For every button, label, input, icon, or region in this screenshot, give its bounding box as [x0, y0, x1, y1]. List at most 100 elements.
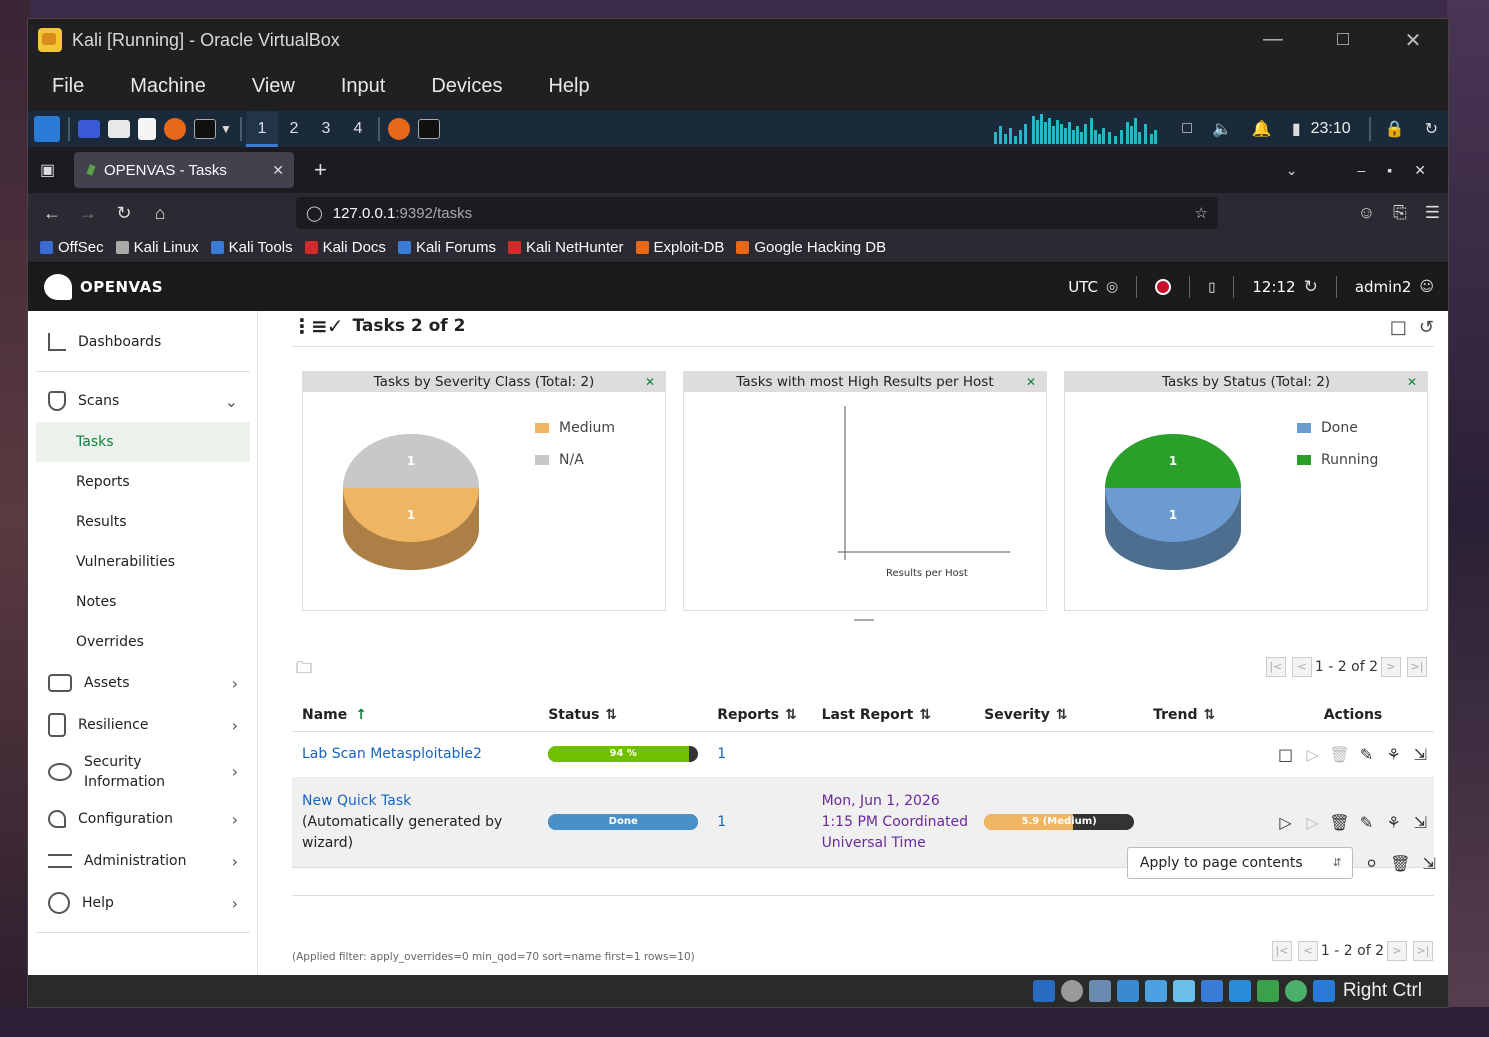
new-tab-icon[interactable]: + [314, 157, 327, 183]
terminal-window-icon[interactable] [417, 119, 440, 139]
clone-icon[interactable]: ⚘ [1380, 745, 1407, 764]
resume-icon[interactable]: ▷ [1299, 745, 1326, 764]
usb-icon[interactable] [1144, 980, 1167, 1002]
sidebar-sub-tasks[interactable]: Tasks [36, 422, 250, 462]
new-task-icon[interactable]: □ [1390, 317, 1407, 338]
tab-openvas-tasks[interactable]: OPENVAS - Tasks ✕ [74, 152, 294, 188]
status-progress-bar[interactable]: Done [548, 814, 699, 830]
next-page-icon[interactable]: > [1387, 941, 1407, 961]
bookmark-kali-nethunter[interactable]: Kali NetHunter [507, 239, 624, 256]
menu-input[interactable]: Input [341, 75, 385, 98]
panel-clock[interactable]: 23:10 [1311, 120, 1351, 138]
bulk-select[interactable]: Apply to page contents ⇵ [1126, 847, 1353, 879]
language-flag-icon[interactable] [1155, 279, 1172, 295]
menu-machine[interactable]: Machine [130, 75, 206, 98]
maximize-icon[interactable]: □ [1308, 28, 1378, 53]
list-tabs-icon[interactable]: ⌄ [1286, 162, 1298, 179]
text-editor-icon[interactable] [138, 118, 156, 140]
sidebar-sub-vulnerabilities[interactable]: Vulnerabilities [36, 542, 250, 582]
reports-count-link[interactable]: 1 [717, 814, 726, 830]
column-severity[interactable]: Severity ⇅ [974, 699, 1144, 732]
lock-icon[interactable]: 🔒 [1385, 119, 1405, 139]
export-icon[interactable]: ⇲ [1407, 813, 1434, 832]
sidebar-item-help[interactable]: Help › [36, 882, 250, 924]
bookmark-kali-tools[interactable]: Kali Tools [210, 239, 293, 256]
bookmark-star-icon[interactable]: ☆ [1195, 204, 1208, 222]
reload-icon[interactable]: ↻ [106, 203, 142, 224]
first-page-icon[interactable]: |< [1265, 657, 1286, 677]
volume-icon[interactable]: 🔈 [1212, 119, 1232, 139]
screen-icon[interactable]: □ [1182, 120, 1192, 138]
workspace-3[interactable]: 3 [310, 111, 342, 147]
hamburger-menu-icon[interactable]: ☰ [1425, 203, 1440, 223]
openvas-logo[interactable]: OPENVAS [44, 274, 163, 300]
bookmark-kali-linux[interactable]: Kali Linux [115, 239, 199, 256]
mouse-integration-icon[interactable] [1284, 980, 1307, 1002]
power-icon[interactable]: ↻ [1425, 119, 1438, 139]
chart-close-icon[interactable]: ✕ [1407, 372, 1417, 392]
keyboard-capture-icon[interactable] [1312, 980, 1335, 1002]
location-pin-icon[interactable]: ◎ [1106, 279, 1118, 295]
sidebar-item-scans[interactable]: Scans ⌄ [36, 380, 250, 422]
tracking-shield-icon[interactable]: ◯ [306, 204, 323, 222]
account-icon[interactable]: ☺ [1358, 203, 1375, 223]
sidebar-item-resilience[interactable]: Resilience › [36, 704, 250, 746]
url-bar[interactable]: ◯ 127.0.0.1:9392/tasks ☆ [296, 197, 1218, 229]
sidebar-item-configuration[interactable]: Configuration › [36, 798, 250, 840]
reset-dashboard-icon[interactable]: ↺ [1419, 317, 1434, 338]
menu-help[interactable]: Help [548, 75, 589, 98]
reports-count-link[interactable]: 1 [717, 746, 726, 762]
edit-icon[interactable]: ✎ [1353, 813, 1380, 832]
forward-icon[interactable]: → [70, 203, 106, 224]
export-icon[interactable]: ⇲ [1407, 745, 1434, 764]
chart-close-icon[interactable]: ✕ [645, 372, 655, 392]
prev-page-icon[interactable]: < [1297, 941, 1318, 961]
resize-handle[interactable] [854, 619, 874, 621]
column-name[interactable]: Name ↑ [292, 699, 539, 732]
column-reports[interactable]: Reports ⇅ [707, 699, 812, 732]
firefox-launcher-icon[interactable] [164, 118, 186, 140]
cpu-icon[interactable] [1256, 980, 1279, 1002]
terminal-launcher-icon[interactable] [194, 119, 216, 139]
next-page-icon[interactable]: > [1381, 657, 1401, 677]
shared-folder-icon[interactable] [1172, 980, 1195, 1002]
menu-devices[interactable]: Devices [431, 75, 502, 98]
bookmark-offsec[interactable]: OffSec [40, 239, 104, 256]
menu-view[interactable]: View [252, 75, 295, 98]
battery-icon[interactable]: ▮ [1292, 119, 1301, 139]
clone-icon[interactable]: ⚘ [1380, 813, 1407, 832]
bell-icon[interactable]: 🔔 [1252, 119, 1272, 139]
sidebar-item-assets[interactable]: Assets › [36, 662, 250, 704]
extensions-icon[interactable]: ⎘ [1393, 203, 1407, 223]
trash-icon[interactable]: 🗑 [1326, 813, 1353, 832]
recording-icon[interactable] [1228, 980, 1251, 1002]
edit-icon[interactable]: ✎ [1353, 745, 1380, 764]
bookmark-kali-docs[interactable]: Kali Docs [304, 239, 386, 256]
user-icon[interactable]: ☺ [1419, 279, 1434, 295]
folder-icon[interactable]: 🗀 [296, 657, 312, 684]
status-progress-bar[interactable]: 94 % [548, 746, 699, 762]
chevron-down-icon[interactable]: ▼ [220, 122, 232, 136]
workspace-1[interactable]: 1 [245, 111, 278, 147]
column-trend[interactable]: Trend ⇅ [1143, 699, 1262, 732]
sidebar-item-dashboards[interactable]: Dashboards [36, 321, 250, 363]
sidebar-sub-notes[interactable]: Notes [36, 582, 250, 622]
workspace-4[interactable]: 4 [342, 111, 374, 147]
home-icon[interactable]: ⌂ [142, 203, 178, 224]
tab-close-icon[interactable]: ✕ [272, 162, 284, 179]
last-page-icon[interactable]: >| [1407, 657, 1427, 677]
file-manager-icon[interactable] [108, 120, 130, 138]
bookmark-exploit-db[interactable]: Exploit-DB [635, 239, 724, 256]
minimize-icon[interactable]: — [1238, 28, 1308, 53]
task-name-link[interactable]: Lab Scan Metasploitable2 [302, 746, 482, 762]
optical-drive-icon[interactable] [1060, 980, 1083, 1002]
stop-icon[interactable]: □ [1272, 745, 1299, 764]
display-icon[interactable] [1200, 980, 1223, 1002]
refresh-icon[interactable]: ↻ [1304, 277, 1318, 297]
back-icon[interactable]: ← [34, 203, 70, 224]
chart-close-icon[interactable]: ✕ [1026, 372, 1036, 392]
close-icon[interactable]: ✕ [1378, 28, 1448, 53]
last-page-icon[interactable]: >| [1413, 941, 1433, 961]
kali-menu-icon[interactable] [34, 116, 60, 142]
sidebar-item-administration[interactable]: Administration › [36, 840, 250, 882]
